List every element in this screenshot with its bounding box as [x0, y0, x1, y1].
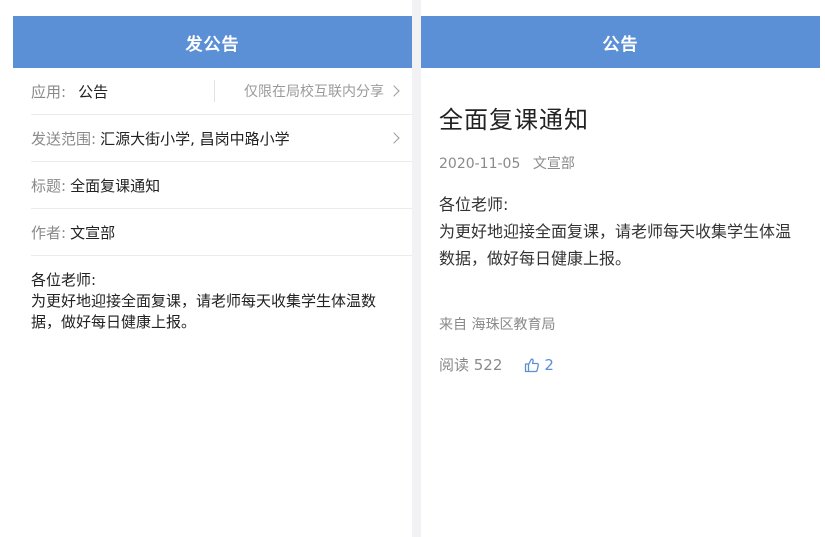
panel-divider — [412, 0, 421, 537]
preview-panel: 公告 全面复课通知 2020-11-05 文宣部 各位老师: 为更好地迎接全面复… — [421, 16, 820, 537]
chevron-right-icon — [388, 85, 400, 97]
compose-panel: 发公告 应用: 公告 仅限在局校互联内分享 发送范围: 汇源大街小学, 昌岗中路… — [13, 16, 412, 537]
like-count: 2 — [544, 355, 554, 374]
announcement-meta: 2020-11-05 文宣部 — [439, 153, 802, 173]
announcement-author: 文宣部 — [532, 156, 575, 172]
share-scope-note-text: 仅限在局校互联内分享 — [244, 84, 384, 100]
author-input[interactable]: 文宣部 — [70, 222, 115, 243]
read-count: 阅读 522 — [439, 356, 503, 374]
announcement-content: 各位老师: 为更好地迎接全面复课，请老师每天收集学生体温数据，做好每日健康上报。 — [439, 191, 802, 272]
announcement-title: 全面复课通知 — [439, 106, 589, 134]
send-scope-label: 发送范围: — [31, 129, 97, 148]
thumbs-up-icon — [525, 357, 540, 372]
announcement-date: 2020-11-05 — [439, 156, 521, 172]
announcement-stats: 阅读 522 2 — [439, 354, 802, 375]
title-row[interactable]: 标题: 全面复课通知 — [31, 162, 412, 209]
send-scope-row[interactable]: 发送范围: 汇源大街小学, 昌岗中路小学 — [31, 115, 412, 162]
content-line: 为更好地迎接全面复课，请老师每天收集学生体温数据，做好每日健康上报。 — [439, 222, 792, 268]
body-line: 各位老师: — [31, 271, 97, 289]
title-input[interactable]: 全面复课通知 — [70, 175, 160, 196]
body-textarea[interactable]: 各位老师: 为更好地迎接全面复课，请老师每天收集学生体温数据，做好每日健康上报。 — [31, 270, 396, 333]
author-label: 作者: — [31, 223, 67, 242]
body-line: 为更好地迎接全面复课，请老师每天收集学生体温数据，做好每日健康上报。 — [31, 292, 377, 331]
like-button[interactable]: 2 — [524, 356, 554, 374]
title-label: 标题: — [31, 176, 67, 195]
preview-navbar-title: 公告 — [602, 34, 639, 55]
share-scope-note[interactable]: 仅限在局校互联内分享 — [244, 81, 400, 101]
compose-navbar: 发公告 — [13, 16, 412, 68]
chevron-right-icon — [388, 132, 400, 144]
send-scope-chevron[interactable] — [384, 132, 400, 144]
compose-navbar-title: 发公告 — [185, 34, 240, 55]
app-label: 应用: — [31, 82, 67, 101]
content-line: 各位老师: — [439, 195, 509, 214]
preview-navbar: 公告 — [421, 16, 820, 68]
announcement-source: 来自 海珠区教育局 — [439, 317, 556, 333]
app-row-separator — [214, 80, 215, 102]
app-row[interactable]: 应用: 公告 仅限在局校互联内分享 — [31, 68, 412, 115]
author-row[interactable]: 作者: 文宣部 — [31, 209, 412, 256]
send-scope-value: 汇源大街小学, 昌岗中路小学 — [100, 129, 290, 148]
app-value: 公告 — [78, 82, 109, 101]
